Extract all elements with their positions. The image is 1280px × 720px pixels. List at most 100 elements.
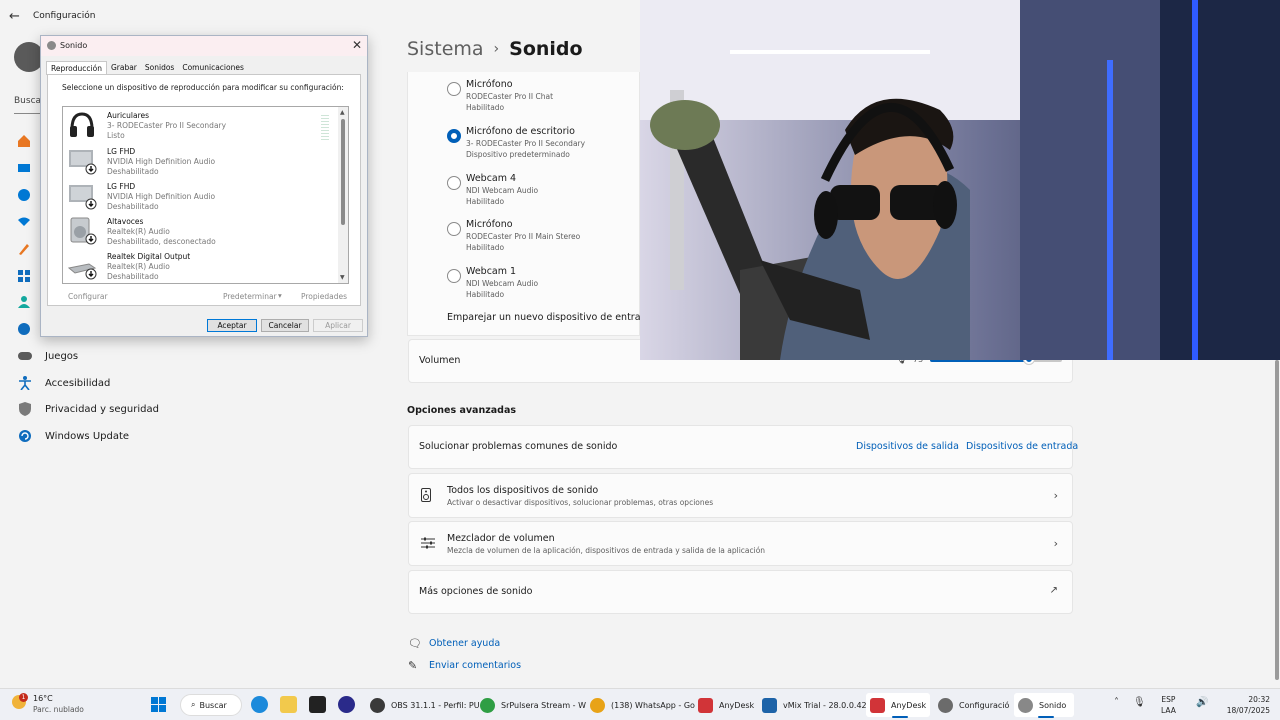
output-devices-link[interactable]: Dispositivos de salida: [856, 441, 959, 452]
taskbar-app-chrome-stream[interactable]: SrPulsera Stream - W: [476, 693, 586, 717]
page-scrollbar[interactable]: [1275, 360, 1279, 680]
system-tray: ˄ 🎙: [1114, 697, 1146, 708]
network-icon[interactable]: [17, 215, 31, 229]
device-radio[interactable]: [447, 269, 461, 283]
close-icon[interactable]: ✕: [352, 38, 362, 52]
system-icon[interactable]: [17, 161, 31, 175]
app-icon[interactable]: [338, 696, 355, 713]
bluetooth-icon[interactable]: [17, 188, 31, 202]
microphone-icon[interactable]: 🎙: [1133, 697, 1146, 708]
chrome-icon: [480, 697, 495, 713]
dialog-titlebar[interactable]: Sonido ✕: [41, 36, 367, 56]
taskbar-app-sound[interactable]: Sonido: [1014, 693, 1074, 718]
device-status: Habilitado: [466, 197, 505, 206]
weather-temp: 16°C: [33, 694, 53, 703]
edge-icon[interactable]: [251, 696, 268, 713]
monitor-icon: [67, 180, 97, 210]
taskbar-app-settings[interactable]: Configuració: [934, 693, 1010, 717]
taskbar-search-label: Buscar: [199, 700, 227, 710]
playback-device-driver: 3- RODECaster Pro II Secondary: [107, 121, 227, 130]
playback-device-item[interactable]: Auriculares 3- RODECaster Pro II Seconda…: [63, 107, 339, 142]
playback-device-driver: NVIDIA High Definition Audio: [107, 192, 216, 201]
input-device-row[interactable]: Micrófono de escritorio 3- RODECaster Pr…: [408, 123, 641, 169]
nav-item-windows-update[interactable]: Windows Update: [12, 424, 222, 448]
device-radio-selected[interactable]: [447, 129, 461, 143]
apps-icon[interactable]: [17, 269, 31, 283]
more-sound-options-card[interactable]: Más opciones de sonido ↗: [408, 570, 1073, 614]
pair-input-device-button[interactable]: Emparejar un nuevo dispositivo de entrad…: [447, 312, 652, 323]
input-device-row[interactable]: Micrófono RODECaster Pro II Chat Habilit…: [408, 76, 641, 122]
nav-item-label: Privacidad y seguridad: [45, 403, 159, 415]
scroll-down-icon[interactable]: ▼: [340, 274, 345, 281]
nav-item-label: Juegos: [45, 350, 79, 362]
accounts-icon[interactable]: [17, 295, 31, 309]
tab-reproduccion[interactable]: Reproducción: [46, 61, 107, 75]
taskbar-app-vmix[interactable]: vMix Trial - 28.0.0.42: [758, 693, 867, 717]
volume-mixer-card[interactable]: Mezclador de volumen Mezcla de volumen d…: [408, 521, 1073, 566]
apply-button[interactable]: Aplicar: [313, 319, 363, 332]
device-name: Micrófono: [466, 79, 513, 90]
chevron-down-icon[interactable]: ▾: [278, 291, 282, 300]
playback-device-item[interactable]: LG FHD NVIDIA High Definition Audio Desh…: [63, 178, 339, 213]
properties-button[interactable]: Propiedades: [301, 292, 347, 301]
start-button[interactable]: [151, 697, 166, 712]
epic-games-icon[interactable]: [309, 696, 326, 713]
tab-comunicaciones[interactable]: Comunicaciones: [178, 61, 248, 75]
nav-item-accesibilidad[interactable]: Accesibilidad: [12, 371, 222, 395]
breadcrumb-parent[interactable]: Sistema: [407, 38, 484, 60]
playback-device-item[interactable]: Altavoces Realtek(R) Audio Deshabilitado…: [63, 213, 339, 248]
chrome-icon: [590, 697, 605, 713]
nav-item-juegos[interactable]: Juegos: [12, 344, 222, 368]
taskbar-search[interactable]: ⌕ Buscar: [180, 694, 242, 716]
device-radio[interactable]: [447, 222, 461, 236]
clock[interactable]: 20:32 18/07/2025: [1226, 694, 1270, 716]
weather-condition: Parc. nublado: [33, 705, 84, 714]
input-device-row[interactable]: Micrófono RODECaster Pro II Main Stereo …: [408, 216, 641, 262]
configure-button[interactable]: Configurar: [68, 292, 108, 301]
tab-grabar[interactable]: Grabar: [107, 61, 141, 75]
taskbar-app-anydesk-active[interactable]: AnyDesk: [866, 693, 930, 718]
taskbar-app-anydesk[interactable]: AnyDesk: [694, 693, 756, 717]
ok-button[interactable]: Aceptar: [207, 319, 257, 332]
monitor-icon: [67, 145, 97, 175]
breadcrumb-separator: ›: [493, 41, 500, 57]
advanced-options-title: Opciones avanzadas: [407, 405, 517, 416]
playback-device-item[interactable]: LG FHD NVIDIA High Definition Audio Desh…: [63, 143, 339, 178]
speaker-icon: [67, 215, 97, 245]
cancel-button[interactable]: Cancelar: [261, 319, 309, 332]
device-list-scrollbar[interactable]: ▲ ▼: [338, 107, 348, 283]
volume-icon[interactable]: 🔊: [1196, 697, 1208, 708]
chevron-up-icon[interactable]: ˄: [1114, 697, 1119, 708]
playback-tab-panel: Seleccione un dispositivo de reproducció…: [47, 74, 361, 306]
file-explorer-icon[interactable]: [280, 696, 297, 713]
device-model: NDI Webcam Audio: [466, 279, 539, 288]
nav-item-privacidad[interactable]: Privacidad y seguridad: [12, 397, 222, 421]
all-devices-card[interactable]: Todos los dispositivos de sonido Activar…: [408, 473, 1073, 518]
playback-device-item[interactable]: Realtek Digital Output Realtek(R) Audio …: [63, 248, 339, 283]
input-device-row[interactable]: Webcam 1 NDI Webcam Audio Habilitado: [408, 263, 641, 309]
taskbar-app-obs[interactable]: OBS 31.1.1 - Perfil: PU: [366, 693, 480, 717]
input-device-row[interactable]: Webcam 4 NDI Webcam Audio Habilitado: [408, 170, 641, 216]
volume-mixer-description: Mezcla de volumen de la aplicación, disp…: [447, 546, 766, 555]
playback-instruction: Seleccione un dispositivo de reproducció…: [62, 83, 344, 92]
volume-label: Volumen: [419, 355, 461, 366]
home-icon[interactable]: [17, 134, 31, 148]
scroll-up-icon[interactable]: ▲: [340, 109, 345, 116]
input-language[interactable]: ESP LAA: [1161, 694, 1176, 716]
set-default-button[interactable]: Predeterminar: [223, 292, 277, 301]
personalization-icon[interactable]: [17, 242, 31, 256]
taskbar-app-whatsapp[interactable]: (138) WhatsApp - Go: [586, 693, 695, 717]
level-meter: [321, 115, 329, 140]
search-icon: ⌕: [191, 700, 196, 709]
tab-sonidos[interactable]: Sonidos: [141, 61, 178, 75]
scrollbar-thumb[interactable]: [341, 119, 345, 225]
time-language-icon[interactable]: [17, 322, 31, 336]
device-radio[interactable]: [447, 176, 461, 190]
input-devices-link[interactable]: Dispositivos de entrada: [966, 441, 1078, 452]
dialog-tabs: Reproducción Grabar Sonidos Comunicacion…: [46, 61, 248, 75]
back-arrow-icon[interactable]: ←: [9, 9, 23, 24]
get-help-link[interactable]: 🗨 Obtener ayuda: [408, 637, 500, 650]
device-radio[interactable]: [447, 82, 461, 96]
device-status: Habilitado: [466, 243, 505, 252]
send-feedback-link[interactable]: ✎ Enviar comentarios: [408, 659, 521, 672]
